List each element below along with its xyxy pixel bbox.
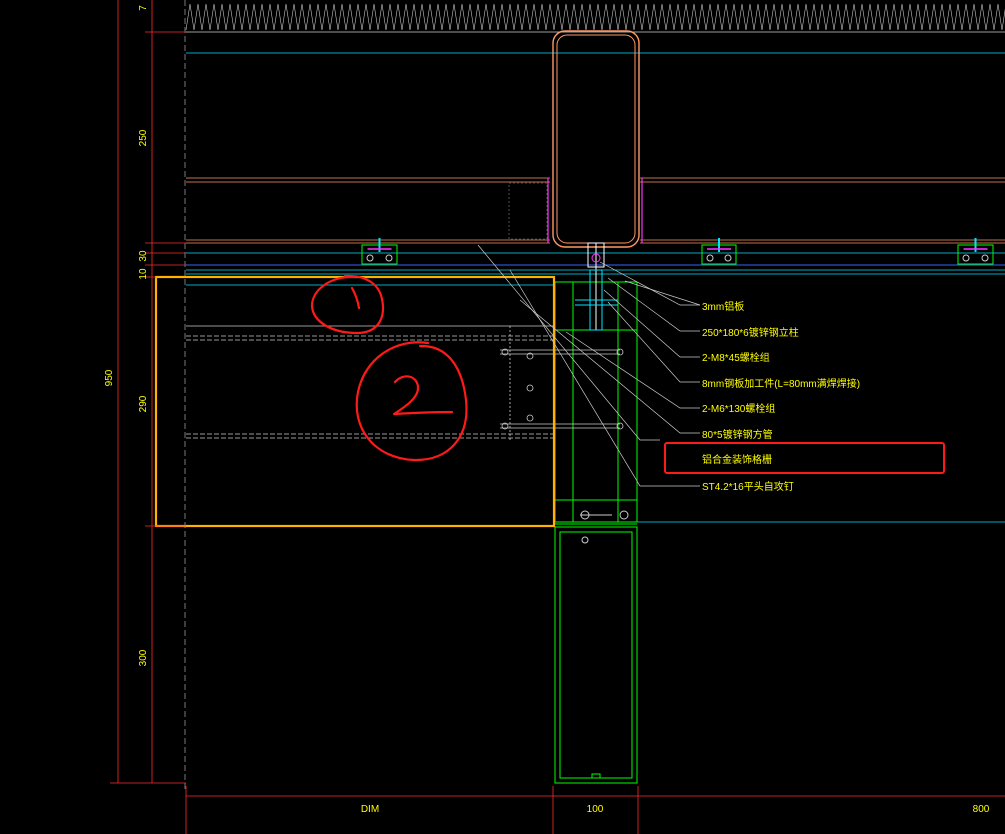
callout-grille: 铝合金装饰格栅 (702, 453, 772, 466)
aluminium-mullion (554, 281, 638, 784)
dim-left-290: 290 (138, 395, 149, 412)
dim-bottom-800: 800 (973, 804, 990, 815)
grille-fixings (186, 325, 1005, 523)
structure-lines (184, 0, 1005, 790)
insulation-hatch (185, 3, 1005, 31)
steel-column (552, 30, 640, 248)
clip-3 (957, 238, 994, 265)
callout-aluminium-panel: 3mm铝板 (702, 300, 744, 313)
panel-clips (361, 238, 994, 265)
dim-left-30: 30 (138, 250, 149, 262)
callout-square-tube: 80*5镀锌钢方管 (702, 428, 773, 441)
dim-bottom-dim: DIM (361, 804, 379, 815)
callout-leaders (477, 244, 701, 487)
dim-left-300: 300 (138, 649, 149, 666)
cad-drawing-canvas: 7 250 10 30 290 300 950 DIM 100 800 3mm铝… (104, 0, 1005, 834)
callout-m6-bolts: 2-M6*130螺栓组 (702, 402, 775, 415)
insulation-zigzag (185, 3, 1005, 31)
bolt-assembly (575, 242, 629, 544)
markup-circle-1 (310, 274, 385, 335)
callout-screw: ST4.2*16平头自攻钉 (702, 480, 794, 493)
callout-steel-plate: 8mm钢板加工件(L=80mm满焊焊接) (702, 377, 860, 390)
clip-1 (361, 238, 398, 265)
markup-circle-2 (355, 341, 468, 462)
callout-steel-column: 250*180*6镀锌钢立柱 (702, 326, 799, 339)
dim-overall-950: 950 (104, 369, 115, 386)
grille-highlight-frame (154, 275, 556, 528)
dim-left-10: 10 (138, 268, 149, 280)
clip-2 (701, 238, 737, 265)
dim-bottom-100: 100 (587, 804, 604, 815)
callout-m8-bolts: 2-M8*45螺栓组 (702, 351, 770, 364)
dim-left-250: 250 (138, 129, 149, 146)
dim-left-7: 7 (138, 5, 149, 11)
